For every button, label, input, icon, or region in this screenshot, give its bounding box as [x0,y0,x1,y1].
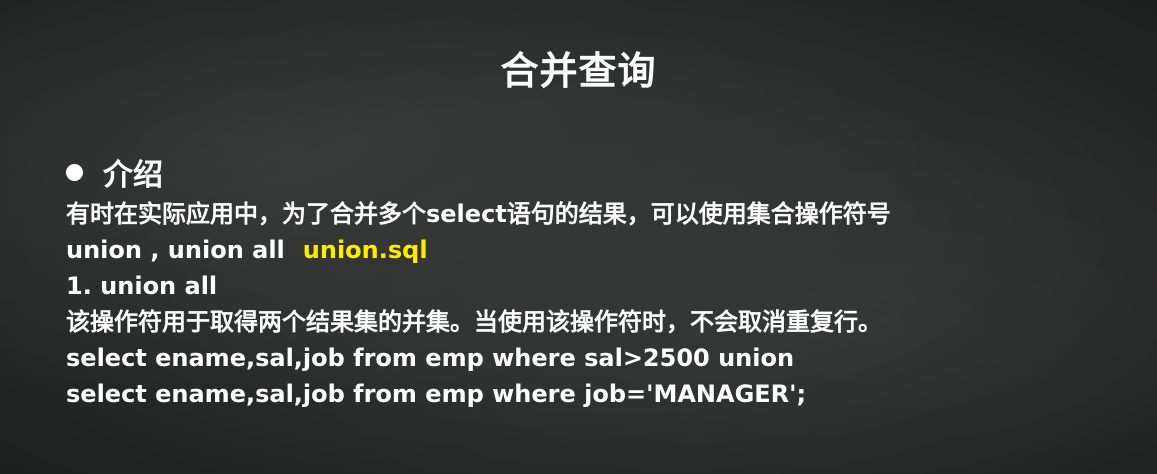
intro-line: 有时在实际应用中，为了合并多个select语句的结果，可以使用集合操作符号 [66,200,891,228]
item-1-line: 1. union all [66,272,218,300]
slide-body: 有时在实际应用中，为了合并多个select语句的结果，可以使用集合操作符号 un… [66,196,891,412]
slide: 合并查询 介绍 有时在实际应用中，为了合并多个select语句的结果，可以使用集… [0,0,1157,474]
bullet-icon [66,163,83,181]
section-heading-label: 介绍 [103,158,163,193]
section-heading: 介绍 [66,150,163,194]
file-reference: union.sql [302,236,428,264]
operators-text: union , union all [66,236,285,264]
sql-line-2: select ename,sal,job from emp where job=… [66,380,807,408]
operators-line: union , union all union.sql [66,232,891,268]
description-line: 该操作符用于取得两个结果集的并集。当使用该操作符时，不会取消重复行。 [66,308,882,336]
sql-line-1: select ename,sal,job from emp where sal>… [66,344,795,372]
slide-title: 合并查询 [500,49,657,93]
